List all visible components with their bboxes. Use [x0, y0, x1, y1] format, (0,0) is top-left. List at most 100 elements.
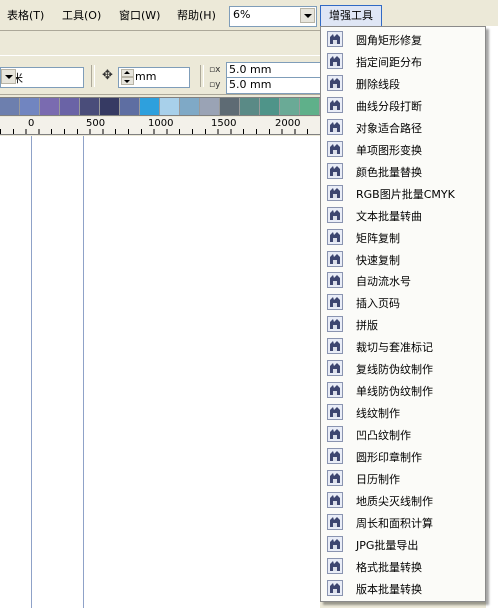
color-swatch[interactable] — [20, 98, 40, 115]
color-swatch[interactable] — [120, 98, 140, 115]
enhance-menu-item[interactable]: 快速复制 — [321, 248, 485, 270]
enhance-menu-item[interactable]: 指定间距分布 — [321, 50, 485, 72]
macro-icon — [327, 448, 343, 465]
menu-help[interactable]: 帮助(H) — [177, 7, 216, 25]
enhance-menu-item[interactable]: 复线防伪纹制作 — [321, 357, 485, 379]
enhance-menu-item[interactable]: RGB图片批量CMYK — [321, 182, 485, 204]
enhance-menu-item-label: 单线防伪纹制作 — [356, 385, 433, 399]
macro-icon — [327, 294, 343, 311]
enhance-menu-item[interactable]: 日历制作 — [321, 467, 485, 489]
macro-icon — [327, 360, 343, 377]
macro-icon — [327, 74, 343, 91]
color-swatch[interactable] — [0, 98, 20, 115]
enhance-menu-item[interactable]: 圆形印章制作 — [321, 445, 485, 467]
drawing-canvas[interactable] — [0, 136, 320, 608]
color-swatch[interactable] — [260, 98, 280, 115]
enhance-menu-item[interactable]: 删除线段 — [321, 72, 485, 94]
macro-icon — [327, 535, 343, 552]
enhance-menu-item-label: 插入页码 — [356, 297, 400, 311]
macro-icon — [327, 382, 343, 399]
property-bar: 毫米 ✥ .1 mm ▫x 5.0 mm ▫y 5.0 mm — [0, 57, 322, 95]
color-swatch[interactable] — [180, 98, 200, 115]
macro-icon — [327, 96, 343, 113]
units-select[interactable]: 毫米 — [0, 67, 84, 88]
page-border-guide — [83, 136, 84, 608]
enhance-menu-item-label: 矩阵复制 — [356, 231, 400, 245]
enhance-menu-item[interactable]: 颜色批量替换 — [321, 160, 485, 182]
enhance-menu-item-label: 对象适合路径 — [356, 121, 422, 135]
macro-icon — [327, 316, 343, 333]
enhance-menu-item-label: 周长和面积计算 — [356, 516, 433, 530]
enhance-menu-item[interactable]: 圆角矩形修复 — [321, 28, 485, 50]
enhance-menu-item-label: 复线防伪纹制作 — [356, 363, 433, 377]
macro-icon — [327, 250, 343, 267]
macro-icon — [327, 31, 343, 47]
menu-enhance-tools[interactable]: 增强工具 — [320, 5, 382, 28]
enhance-menu-item[interactable]: 单项图形变换 — [321, 138, 485, 160]
macro-icon — [327, 184, 343, 201]
enhance-menu-item[interactable]: 线纹制作 — [321, 401, 485, 423]
color-swatch[interactable] — [220, 98, 240, 115]
enhance-menu-item[interactable]: 裁切与套准标记 — [321, 335, 485, 357]
enhance-menu-item-label: 裁切与套准标记 — [356, 341, 433, 355]
color-swatch[interactable] — [240, 98, 260, 115]
macro-icon — [327, 338, 343, 355]
color-swatch[interactable] — [40, 98, 60, 115]
enhance-menu-item-label: 删除线段 — [356, 77, 400, 91]
duplicate-x-value: 5.0 mm — [229, 63, 272, 76]
enhance-menu-item-label: 曲线分段打断 — [356, 99, 422, 113]
enhance-menu-item[interactable]: 自动流水号 — [321, 269, 485, 291]
enhance-menu-item-label: 版本批量转换 — [356, 582, 422, 596]
macro-icon — [327, 404, 343, 421]
duplicate-y-input[interactable]: 5.0 mm — [226, 77, 322, 94]
menu-tools[interactable]: 工具(O) — [62, 7, 101, 25]
color-swatch[interactable] — [280, 98, 300, 115]
enhance-menu-item-label: 线纹制作 — [356, 407, 400, 421]
enhance-menu-item[interactable]: 版本批量转换 — [321, 577, 485, 599]
spin-up-icon[interactable] — [121, 69, 134, 77]
menu-window[interactable]: 窗口(W) — [119, 7, 160, 25]
nudge-distance-input[interactable]: .1 mm — [118, 67, 190, 88]
enhance-menu-item[interactable]: 周长和面积计算 — [321, 511, 485, 533]
enhance-menu-item[interactable]: 插入页码 — [321, 291, 485, 313]
macro-icon — [327, 426, 343, 443]
enhance-menu-item-label: 格式批量转换 — [356, 560, 422, 574]
macro-icon — [327, 557, 343, 574]
enhance-menu-item[interactable]: 拼版 — [321, 313, 485, 335]
enhance-menu-item[interactable]: 文本批量转曲 — [321, 204, 485, 226]
enhance-menu-item[interactable]: 曲线分段打断 — [321, 94, 485, 116]
color-swatch[interactable] — [160, 98, 180, 115]
ruler-label: 1000 — [148, 118, 174, 129]
ruler-label: 0 — [28, 118, 35, 129]
color-swatch[interactable] — [300, 98, 320, 115]
macro-icon — [327, 579, 343, 596]
chevron-down-icon[interactable] — [1, 69, 16, 84]
enhance-menu-item-label: 圆角矩形修复 — [356, 34, 422, 47]
enhance-menu-item[interactable]: 格式批量转换 — [321, 555, 485, 577]
enhance-menu-item[interactable]: JPG批量导出 — [321, 533, 485, 555]
enhance-menu-item[interactable]: 对象适合路径 — [321, 116, 485, 138]
macro-icon — [327, 228, 343, 245]
zoom-level-select[interactable]: 6% — [229, 6, 317, 27]
menu-table[interactable]: 表格(T) — [7, 7, 44, 25]
color-swatch[interactable] — [60, 98, 80, 115]
enhance-menu-item-label: 颜色批量替换 — [356, 165, 422, 179]
enhance-menu-item[interactable]: 单线防伪纹制作 — [321, 379, 485, 401]
enhance-menu-item[interactable]: 矩阵复制 — [321, 226, 485, 248]
macro-icon — [327, 140, 343, 157]
chevron-down-icon[interactable] — [300, 8, 315, 23]
color-swatch[interactable] — [140, 98, 160, 115]
color-swatch[interactable] — [80, 98, 100, 115]
color-swatch[interactable] — [200, 98, 220, 115]
enhance-menu-item[interactable]: 地质尖灭线制作 — [321, 489, 485, 511]
macro-icon — [327, 118, 343, 135]
zoom-level-value: 6% — [233, 8, 251, 21]
spin-down-icon[interactable] — [121, 77, 134, 85]
ruler-ticks — [0, 129, 320, 134]
enhance-menu-item-label: 文本批量转曲 — [356, 209, 422, 223]
enhance-menu-item[interactable]: 凹凸纹制作 — [321, 423, 485, 445]
color-swatch[interactable] — [100, 98, 120, 115]
horizontal-ruler[interactable]: 0 500 1000 1500 2000 — [0, 117, 320, 135]
macro-icon — [327, 513, 343, 530]
duplicate-y-value: 5.0 mm — [229, 78, 272, 91]
